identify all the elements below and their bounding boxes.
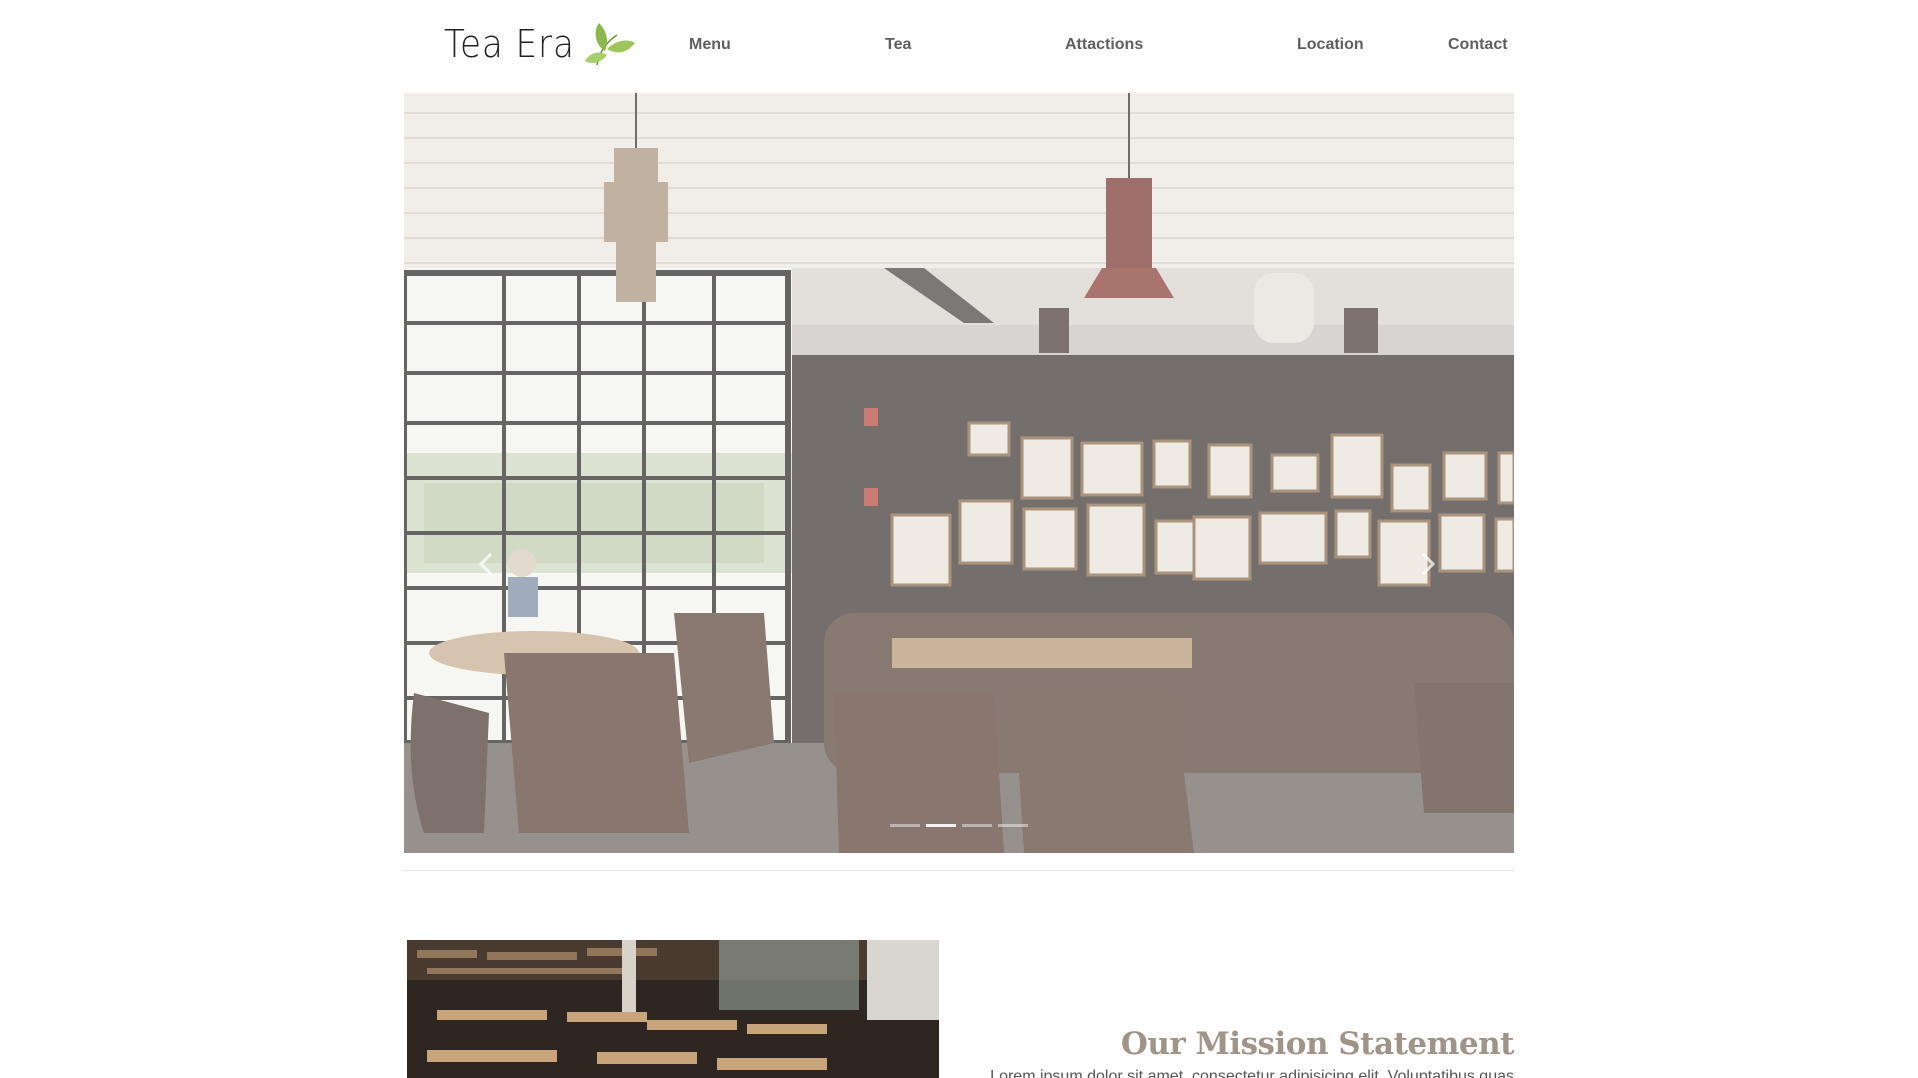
- logo-link[interactable]: Tea Era: [444, 20, 637, 68]
- carousel-prev-button[interactable]: [474, 551, 500, 577]
- carousel-indicator-1[interactable]: [890, 824, 920, 827]
- carousel-indicator-3[interactable]: [962, 824, 992, 827]
- chevron-right-icon: [1421, 552, 1436, 576]
- mission-body: Lorem ipsum dolor sit amet, consectetur …: [990, 1068, 1514, 1078]
- hero-image-veil: [404, 93, 1514, 853]
- carousel-next-button[interactable]: [1414, 551, 1440, 577]
- logo-text: Tea Era: [444, 22, 575, 66]
- site-header: Tea Era Menu Tea Attactions Location Con…: [404, 0, 1514, 92]
- nav-attactions[interactable]: Attactions: [1065, 36, 1143, 54]
- hero-carousel: [404, 93, 1514, 853]
- carousel-indicator-4[interactable]: [998, 824, 1028, 827]
- page: Tea Era Menu Tea Attactions Location Con…: [0, 0, 1918, 1078]
- tea-leaf-icon: [585, 23, 636, 66]
- mission-title: Our Mission Statement: [1120, 1025, 1515, 1062]
- nav-contact[interactable]: Contact: [1448, 36, 1508, 54]
- nav-menu[interactable]: Menu: [689, 36, 731, 54]
- nav-tea[interactable]: Tea: [885, 36, 911, 54]
- chevron-left-icon: [478, 552, 493, 576]
- carousel-indicator-2[interactable]: [926, 824, 956, 827]
- nav-location[interactable]: Location: [1297, 36, 1364, 54]
- section-divider: [404, 870, 1514, 871]
- carousel-indicators: [890, 824, 1028, 827]
- cafe-bar-image: [407, 940, 939, 1078]
- mission-image: [407, 940, 939, 1078]
